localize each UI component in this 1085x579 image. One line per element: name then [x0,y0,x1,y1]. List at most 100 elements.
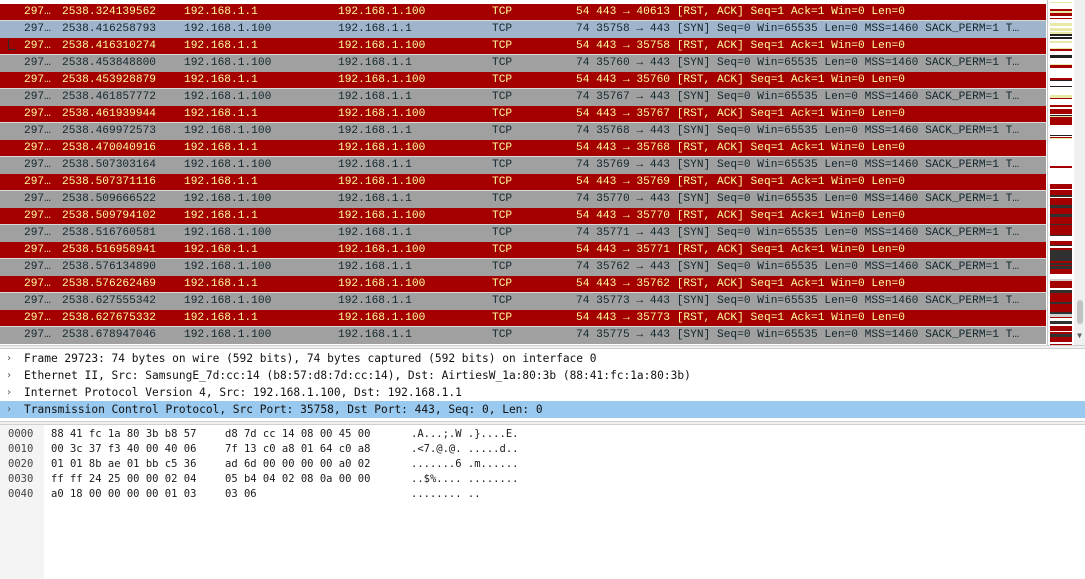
ascii-bytes[interactable]: ..$%.... ........ [411,472,518,487]
minimap-stripe [1050,164,1072,166]
hex-offset[interactable]: 0010 [8,442,33,457]
hex-bytes-right[interactable]: 05 b4 04 02 08 0a 00 00 [225,472,370,487]
packet-time: 2538.509794102 [62,210,156,222]
ascii-bytes[interactable]: .<7.@.@. .....d.. [411,442,518,457]
minimap-stripe [1050,130,1072,132]
packet-row[interactable]: 297… 2538.627555342 192.168.1.100 192.168.1… [0,293,1046,310]
packet-row[interactable]: 297… 2538.627675332 192.168.1.1 192.168.1.1… [0,310,1046,327]
packet-source: 192.168.1.1 [184,278,258,290]
packet-source: 192.168.1.100 [184,159,272,171]
minimap-stripe [1050,281,1072,283]
packet-time: 2538.507303164 [62,159,156,171]
packet-row[interactable]: 297… 2538.453848800 192.168.1.100 192.168.1… [0,55,1046,72]
ascii-bytes[interactable]: .......6 .m...... [411,457,518,472]
minimap-stripe [1050,72,1072,75]
minimap-stripe [1050,11,1072,13]
packet-row[interactable]: 297… 2538.509666522 192.168.1.100 192.168.1… [0,191,1046,208]
packet-row[interactable]: 297… 2538.416310274 192.168.1.1 192.168.1.1… [0,38,1046,55]
chevron-right-icon[interactable]: › [6,350,16,367]
packet-row[interactable]: 297… 2538.461939944 192.168.1.1 192.168.1.1… [0,106,1046,123]
ascii-bytes[interactable]: ........ .. [411,487,481,502]
ascii-bytes[interactable]: .A...;.W .}....E. [411,427,518,442]
packet-row[interactable]: 297… 2538.576134890 192.168.1.100 192.168.1… [0,259,1046,276]
hex-bytes-right[interactable]: d8 7d cc 14 08 00 45 00 [225,427,370,442]
minimap-stripe [1050,117,1072,120]
minimap-stripe [1050,121,1072,123]
packet-row[interactable]: 297… 2538.678947046 192.168.1.100 192.168.1… [0,327,1046,344]
packet-row[interactable]: 297… 2538.470040916 192.168.1.1 192.168.1.1… [0,140,1046,157]
packet-row[interactable]: 297… 2538.576262469 192.168.1.1 192.168.1.1… [0,276,1046,293]
chevron-right-icon[interactable]: › [6,384,16,401]
hex-bytes-left[interactable]: 01 01 8b ae 01 bb c5 36 [51,457,196,472]
packet-list-scrollbar[interactable]: ▼ [1074,0,1085,345]
packet-row[interactable]: 297… 2538.509794102 192.168.1.1 192.168.1.1… [0,208,1046,225]
minimap-stripe [1050,250,1072,253]
packet-destination: 192.168.1.1 [338,261,412,273]
packet-number: 297… [24,108,51,120]
hex-offset[interactable]: 0030 [8,472,33,487]
packet-row[interactable]: 297… 2538.461857772 192.168.1.100 192.168.1… [0,89,1046,106]
chevron-right-icon[interactable]: › [6,401,16,418]
minimap-stripe [1050,16,1072,18]
minimap-stripe [1050,339,1072,340]
packet-row[interactable]: 297… 2538.469972573 192.168.1.100 192.168.1… [0,123,1046,140]
packet-row[interactable]: 297… 2538.324139562 192.168.1.1 192.168.1.1… [0,4,1046,21]
packet-row[interactable]: 297… 2538.507371116 192.168.1.1 192.168.1.1… [0,174,1046,191]
minimap-stripe [1050,261,1072,263]
arrow-down-icon[interactable]: ▼ [1075,331,1084,341]
packet-source: 192.168.1.1 [184,142,258,154]
details-tree-item[interactable]: › Frame 29723: 74 bytes on wire (592 bits… [0,350,1085,367]
packet-row[interactable]: 297… 2538.416258793 192.168.1.100 192.168.1… [0,21,1046,38]
packet-protocol: TCP [492,142,513,154]
packet-number: 297… [24,176,51,188]
minimap-stripe [1050,214,1072,215]
packet-row[interactable]: 297… 2538.453928879 192.168.1.1 192.168.1.1… [0,72,1046,89]
details-tree-item[interactable]: › Transmission Control Protocol, Src Port… [0,401,1085,418]
packet-bytes-pane[interactable]: 0000 88 41 fc 1a 80 3b b8 57 d8 7d cc 14 0… [0,425,1085,579]
minimap-stripe [1050,340,1072,342]
minimap-stripe [1050,286,1072,287]
hex-bytes-right[interactable]: ad 6d 00 00 00 00 a0 02 [225,457,370,472]
hex-bytes-left[interactable]: ff ff 24 25 00 00 02 04 [51,472,196,487]
minimap-stripe [1050,40,1072,41]
minimap-stripe [1050,279,1072,281]
packet-number: 297… [24,312,51,324]
minimap-stripe [1050,65,1072,68]
packet-row[interactable]: 297… 2538.516760581 192.168.1.100 192.168.1… [0,225,1046,242]
packet-protocol: TCP [492,193,513,205]
hex-offset[interactable]: 0040 [8,487,33,502]
packet-details-tree[interactable]: › Frame 29723: 74 bytes on wire (592 bits… [0,349,1085,421]
hex-bytes-right[interactable]: 03 06 [225,487,257,502]
packet-info: 74 35768 → 443 [SYN] Seq=0 Win=65535 Len… [576,125,1020,137]
packet-protocol: TCP [492,159,513,171]
scrollbar-thumb[interactable] [1077,300,1083,324]
packet-destination: 192.168.1.1 [338,329,412,341]
minimap-stripe [1050,181,1072,182]
hex-offset[interactable]: 0020 [8,457,33,472]
packet-destination: 192.168.1.100 [338,176,426,188]
minimap-stripe [1050,3,1072,5]
minimap-stripe [1050,337,1072,338]
packet-row[interactable]: 297… 2538.516958941 192.168.1.1 192.168.1.1… [0,242,1046,259]
minimap-stripe [1050,132,1072,135]
packet-row[interactable]: 297… 2538.507303164 192.168.1.100 192.168.1… [0,157,1046,174]
details-tree-item[interactable]: › Ethernet II, Src: SamsungE_7d:cc:14 (b8… [0,367,1085,384]
hex-bytes-left[interactable]: 88 41 fc 1a 80 3b b8 57 [51,427,196,442]
chevron-right-icon[interactable]: › [6,367,16,384]
minimap-stripe [1050,98,1072,99]
hex-bytes-left[interactable]: a0 18 00 00 00 00 01 03 [51,487,196,502]
packet-list[interactable]: 297… 2538.324139562 192.168.1.1 192.168.1.1… [0,0,1046,345]
packet-destination: 192.168.1.1 [338,227,412,239]
packet-number: 297… [24,40,51,52]
minimap-stripe [1050,195,1072,196]
packet-info: 74 35769 → 443 [SYN] Seq=0 Win=65535 Len… [576,159,1020,171]
hex-offset[interactable]: 0000 [8,427,33,442]
minimap-stripe [1050,162,1072,164]
packet-minimap[interactable] [1047,0,1074,345]
details-tree-item[interactable]: › Internet Protocol Version 4, Src: 192.1… [0,384,1085,401]
hex-bytes-left[interactable]: 00 3c 37 f3 40 00 40 06 [51,442,196,457]
packet-protocol: TCP [492,91,513,103]
minimap-stripe [1050,95,1072,98]
minimap-stripe [1050,138,1072,139]
hex-bytes-right[interactable]: 7f 13 c0 a8 01 64 c0 a8 [225,442,370,457]
